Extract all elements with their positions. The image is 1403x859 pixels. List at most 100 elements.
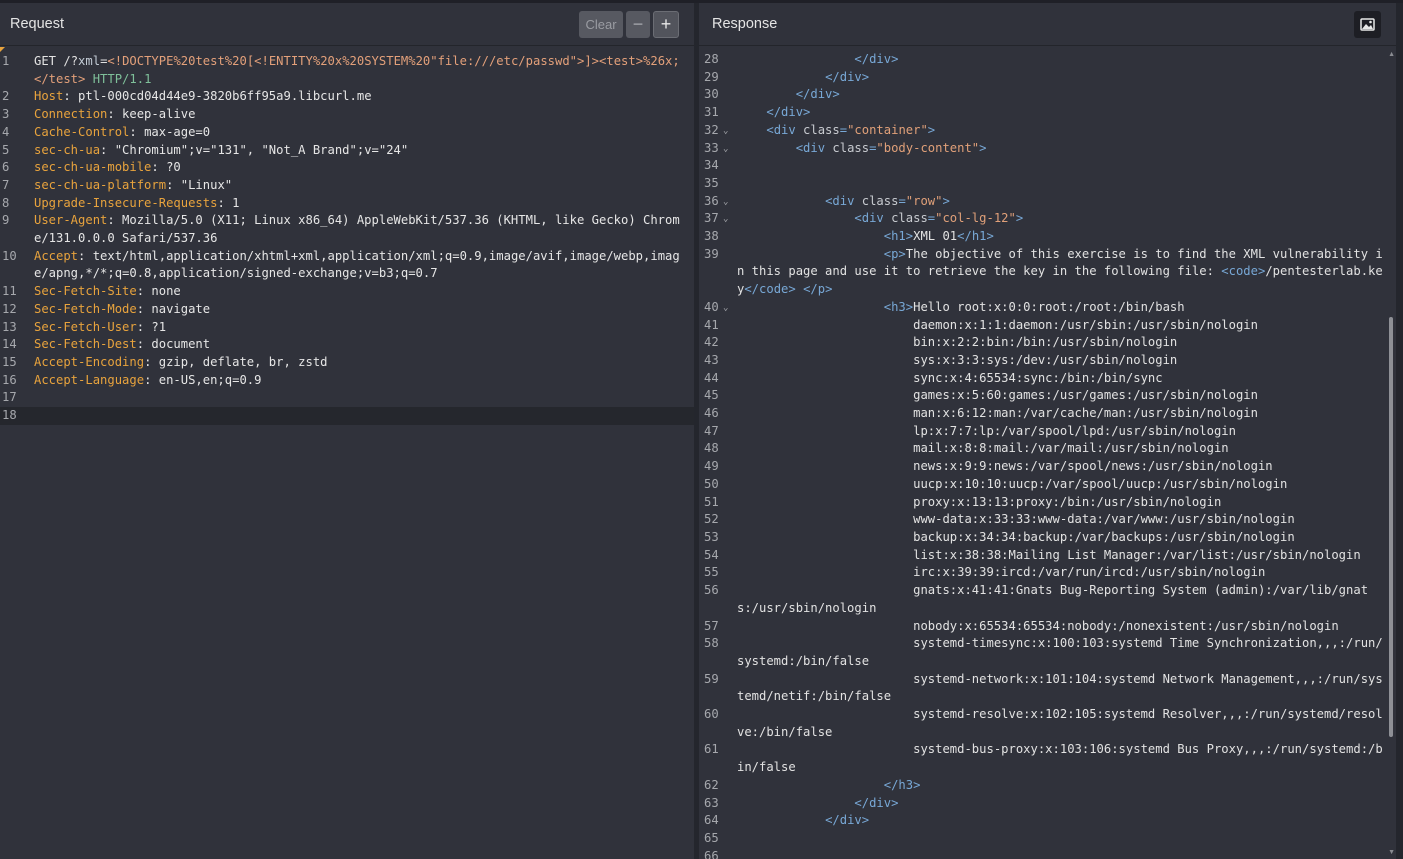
- fold-chevron-icon[interactable]: ⌄: [723, 300, 728, 318]
- code-token: class: [861, 193, 899, 208]
- code-text: </div>: [737, 104, 1385, 122]
- response-line[interactable]: 59 systemd-network:x:101:104:systemd Net…: [699, 671, 1396, 706]
- request-line[interactable]: 11 Sec-Fetch-Site: none: [0, 283, 694, 301]
- response-line[interactable]: 49 news:x:9:9:news:/var/spool/news:/usr/…: [699, 458, 1396, 476]
- response-line[interactable]: 43 sys:x:3:3:sys:/dev:/usr/sbin/nologin: [699, 352, 1396, 370]
- fold-chevron-icon[interactable]: ⌄: [723, 141, 728, 159]
- code-text: Host: ptl-000cd04d44e9-3820b6ff95a9.libc…: [34, 88, 690, 106]
- response-line[interactable]: 40 ⌄ <h3>Hello root:x:0:0:root:/root:/bin…: [699, 299, 1396, 317]
- code-token: : ptl-000cd04d44e9-3820b6ff95a9.libcurl.…: [63, 89, 372, 104]
- response-line[interactable]: 46 man:x:6:12:man:/var/cache/man:/usr/sb…: [699, 405, 1396, 423]
- code-token: class: [891, 211, 928, 226]
- code-text: list:x:38:38:Mailing List Manager:/var/l…: [737, 547, 1385, 565]
- zoom-out-button[interactable]: −: [626, 11, 650, 38]
- line-number: 31: [704, 105, 719, 120]
- request-line[interactable]: 13 Sec-Fetch-User: ?1: [0, 319, 694, 337]
- response-line[interactable]: 56 gnats:x:41:41:Gnats Bug-Reporting Sys…: [699, 582, 1396, 617]
- response-line[interactable]: 62 </h3>: [699, 777, 1396, 795]
- response-line[interactable]: 29 </div>: [699, 69, 1396, 87]
- line-number: 7: [2, 177, 10, 192]
- response-line[interactable]: 45 games:x:5:60:games:/usr/games:/usr/sb…: [699, 387, 1396, 405]
- request-line[interactable]: 6 sec-ch-ua-mobile: ?0: [0, 159, 694, 177]
- code-text: lp:x:7:7:lp:/var/spool/lpd:/usr/sbin/nol…: [737, 423, 1385, 441]
- request-title: Request: [10, 16, 65, 32]
- request-line[interactable]: 16 Accept-Language: en-US,en;q=0.9: [0, 372, 694, 390]
- response-line[interactable]: 51 proxy:x:13:13:proxy:/bin:/usr/sbin/no…: [699, 494, 1396, 512]
- response-line[interactable]: 64 </div>: [699, 812, 1396, 830]
- line-number: 4: [2, 124, 10, 139]
- request-line[interactable]: 10 Accept: text/html,application/xhtml+xm…: [0, 248, 694, 283]
- request-editor[interactable]: 1 GET /?xml=<!DOCTYPE%20test%20[<!ENTITY%…: [0, 47, 694, 859]
- response-line[interactable]: 37 ⌄ <div class="col-lg-12">: [699, 210, 1396, 228]
- response-line[interactable]: 57 nobody:x:65534:65534:nobody:/nonexist…: [699, 618, 1396, 636]
- response-line[interactable]: 53 backup:x:34:34:backup:/var/backups:/u…: [699, 529, 1396, 547]
- fold-chevron-icon[interactable]: ⌄: [723, 123, 728, 141]
- response-editor[interactable]: 28 </div> 29 </div> 30 </div> 31 </div> 32 ⌄ …: [699, 47, 1396, 859]
- response-line[interactable]: 47 lp:x:7:7:lp:/var/spool/lpd:/usr/sbin/…: [699, 423, 1396, 441]
- line-number: 43: [704, 352, 719, 367]
- zoom-in-button[interactable]: +: [653, 11, 679, 38]
- response-line[interactable]: 54 list:x:38:38:Mailing List Manager:/va…: [699, 547, 1396, 565]
- response-line[interactable]: 39 <p>The objective of this exercise is …: [699, 246, 1396, 299]
- response-line[interactable]: 44 sync:x:4:65534:sync:/bin:/bin/sync: [699, 370, 1396, 388]
- response-line[interactable]: 33 ⌄ <div class="body-content">: [699, 140, 1396, 158]
- request-line[interactable]: 15 Accept-Encoding: gzip, deflate, br, zs…: [0, 354, 694, 372]
- code-text: Sec-Fetch-Mode: navigate: [34, 301, 690, 319]
- code-text: <div class="container">: [737, 122, 1385, 140]
- response-line[interactable]: 50 uucp:x:10:10:uucp:/var/spool/uucp:/us…: [699, 476, 1396, 494]
- request-line[interactable]: 18: [0, 407, 694, 425]
- scroll-up-arrow-icon[interactable]: ▲: [1388, 51, 1395, 58]
- request-line[interactable]: 7 sec-ch-ua-platform: "Linux": [0, 177, 694, 195]
- code-text: </div>: [737, 812, 1385, 830]
- line-number: 9: [2, 213, 10, 228]
- request-line[interactable]: 5 sec-ch-ua: "Chromium";v="131", "Not_A B…: [0, 142, 694, 160]
- request-line[interactable]: 2 Host: ptl-000cd04d44e9-3820b6ff95a9.lib…: [0, 88, 694, 106]
- request-line[interactable]: 17: [0, 389, 694, 407]
- clear-button[interactable]: Clear: [579, 11, 623, 38]
- request-line[interactable]: 1 GET /?xml=<!DOCTYPE%20test%20[<!ENTITY%…: [0, 53, 694, 88]
- response-line[interactable]: 66: [699, 848, 1396, 859]
- render-image-button[interactable]: [1354, 11, 1381, 38]
- request-line[interactable]: 14 Sec-Fetch-Dest: document: [0, 336, 694, 354]
- code-token: </div>: [854, 52, 899, 66]
- response-line[interactable]: 34: [699, 157, 1396, 175]
- code-token: systemd-network:x:101:104:systemd Networ…: [737, 671, 1383, 704]
- response-line[interactable]: 36 ⌄ <div class="row">: [699, 193, 1396, 211]
- response-line[interactable]: 42 bin:x:2:2:bin:/bin:/usr/sbin/nologin: [699, 334, 1396, 352]
- response-panel: Response 28 </div> 29 </div> 30 </div> 31 <…: [699, 3, 1396, 859]
- response-line[interactable]: 55 irc:x:39:39:ircd:/var/run/ircd:/usr/s…: [699, 564, 1396, 582]
- fold-chevron-icon[interactable]: ⌄: [723, 211, 728, 229]
- response-line[interactable]: 30 </div>: [699, 86, 1396, 104]
- line-number: 36: [704, 193, 719, 208]
- response-line[interactable]: 61 systemd-bus-proxy:x:103:106:systemd B…: [699, 741, 1396, 776]
- fold-chevron-icon[interactable]: ⌄: [723, 194, 728, 212]
- code-token: nobody:x:65534:65534:nobody:/nonexistent…: [737, 618, 1339, 633]
- response-line[interactable]: 48 mail:x:8:8:mail:/var/mail:/usr/sbin/n…: [699, 440, 1396, 458]
- line-number: 35: [704, 175, 719, 190]
- response-line[interactable]: 31 </div>: [699, 104, 1396, 122]
- code-token: sec-ch-ua-platform: [34, 177, 167, 192]
- response-scrollbar-thumb[interactable]: [1389, 317, 1393, 737]
- request-line[interactable]: 12 Sec-Fetch-Mode: navigate: [0, 301, 694, 319]
- response-line[interactable]: 41 daemon:x:1:1:daemon:/usr/sbin:/usr/sb…: [699, 317, 1396, 335]
- response-line[interactable]: 28 </div>: [699, 51, 1396, 69]
- code-token: Connection: [34, 107, 108, 122]
- response-line[interactable]: 63 </div>: [699, 795, 1396, 813]
- response-line[interactable]: 65: [699, 830, 1396, 848]
- line-number: 58: [704, 636, 719, 651]
- request-line[interactable]: 8 Upgrade-Insecure-Requests: 1: [0, 195, 694, 213]
- request-line[interactable]: 9 User-Agent: Mozilla/5.0 (X11; Linux x86…: [0, 212, 694, 247]
- response-line[interactable]: 35: [699, 175, 1396, 193]
- response-line[interactable]: 58 systemd-timesync:x:100:103:systemd Ti…: [699, 635, 1396, 670]
- scroll-down-arrow-icon[interactable]: ▼: [1388, 849, 1395, 856]
- line-number: 45: [704, 388, 719, 403]
- response-line[interactable]: 32 ⌄ <div class="container">: [699, 122, 1396, 140]
- code-text: systemd-resolve:x:102:105:systemd Resolv…: [737, 706, 1385, 741]
- response-line[interactable]: 38 <h1>XML 01</h1>: [699, 228, 1396, 246]
- response-line[interactable]: 60 systemd-resolve:x:102:105:systemd Res…: [699, 706, 1396, 741]
- request-line[interactable]: 3 Connection: keep-alive: [0, 106, 694, 124]
- response-line[interactable]: 52 www-data:x:33:33:www-data:/var/www:/u…: [699, 511, 1396, 529]
- request-line[interactable]: 4 Cache-Control: max-age=0: [0, 124, 694, 142]
- code-text: Sec-Fetch-User: ?1: [34, 319, 690, 337]
